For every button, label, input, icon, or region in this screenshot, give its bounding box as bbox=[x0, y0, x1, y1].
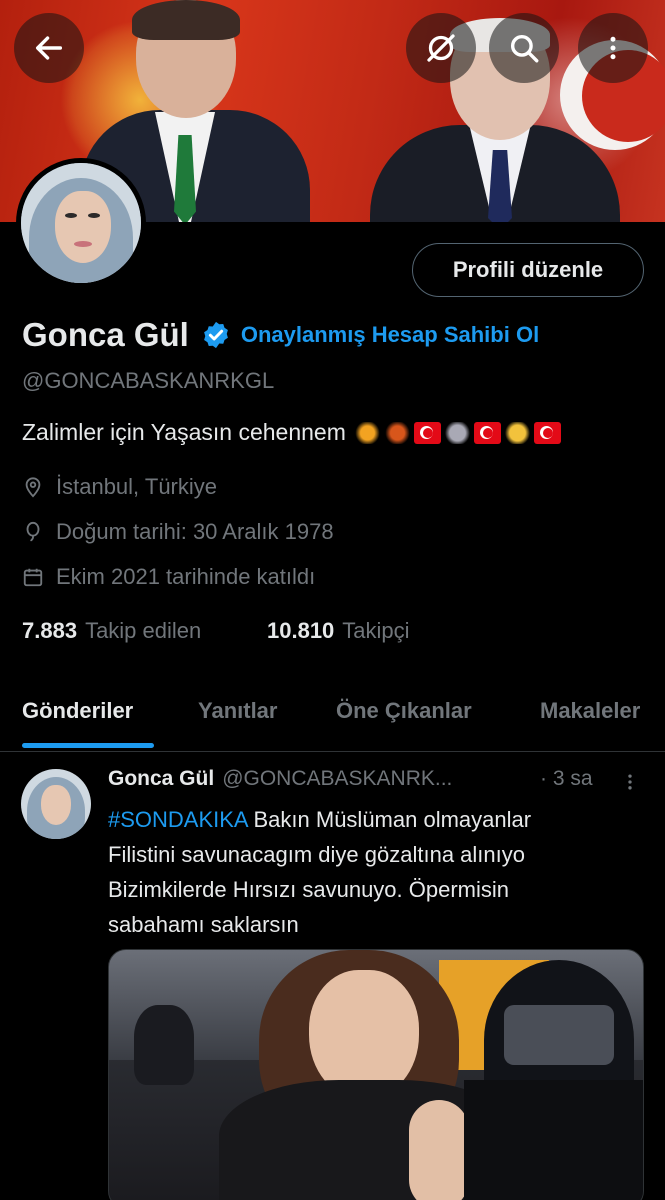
calendar-icon bbox=[23, 568, 43, 587]
back-button[interactable] bbox=[14, 13, 84, 83]
bio-emojis bbox=[353, 421, 561, 444]
avatar-lips bbox=[74, 241, 92, 247]
followers-label: Takipçi bbox=[342, 618, 410, 643]
following-link[interactable]: 7.883 Takip edilen bbox=[22, 618, 201, 644]
profile-name: Gonca Gül bbox=[22, 316, 189, 353]
profile-tabs: Gönderiler Yanıtlar Öne Çıkanlar Makalel… bbox=[0, 680, 665, 752]
verified-badge-icon[interactable] bbox=[201, 320, 231, 350]
post-header: Gonca Gül @GONCABASKANRK... bbox=[108, 767, 452, 791]
avatar-face bbox=[55, 191, 111, 263]
media-peace-hand bbox=[409, 1100, 469, 1200]
tab-articles[interactable]: Makaleler bbox=[540, 698, 640, 724]
profile-location: İstanbul, Türkiye bbox=[22, 474, 217, 500]
location-pin-icon bbox=[25, 477, 41, 498]
following-count: 7.883 bbox=[22, 618, 78, 643]
post-text-segment: Bakın Müslüman olmayanlar bbox=[247, 807, 532, 832]
post-text-line: sabahamı saklarsın bbox=[108, 912, 299, 937]
more-vertical-icon bbox=[628, 774, 632, 790]
profile-joined: Ekim 2021 tarihinde katıldı bbox=[22, 564, 315, 590]
profile-bio: Zalimler için Yaşasın cehennem bbox=[22, 419, 561, 446]
profile-name-row: Gonca Gül Onaylanmış Hesap Sahibi Ol bbox=[22, 316, 539, 354]
bio-text: Zalimler için Yaşasın cehennem bbox=[22, 419, 346, 445]
following-label: Takip edilen bbox=[85, 618, 202, 643]
joined-text: Ekim 2021 tarihinde katıldı bbox=[56, 564, 316, 589]
search-button[interactable] bbox=[489, 13, 559, 83]
media-officer-visor bbox=[504, 1005, 614, 1065]
followers-count: 10.810 bbox=[267, 618, 335, 643]
post-author-handle[interactable]: @GONCABASKANRK... bbox=[222, 767, 452, 791]
avatar-eye bbox=[65, 213, 77, 218]
wolf-icon bbox=[443, 421, 471, 444]
balloon-icon bbox=[26, 521, 40, 542]
turkey-flag-icon bbox=[533, 421, 561, 444]
grok-button[interactable] bbox=[406, 13, 476, 83]
avatar-face bbox=[41, 785, 71, 825]
birthday-text: Doğum tarihi: 30 Aralık 1978 bbox=[56, 519, 334, 544]
edit-profile-button[interactable]: Profili düzenle bbox=[412, 243, 644, 297]
fallen-leaf-icon bbox=[353, 421, 381, 444]
hashtag-link[interactable]: #SONDAKIKA bbox=[108, 807, 247, 832]
more-options-button[interactable] bbox=[578, 13, 648, 83]
location-text: İstanbul, Türkiye bbox=[56, 474, 218, 499]
post-more-button[interactable] bbox=[620, 770, 640, 794]
maple-leaf-icon bbox=[383, 421, 411, 444]
more-vertical-icon bbox=[610, 36, 616, 60]
post-text-line: Filistini savunacagım diye gözaltına alı… bbox=[108, 842, 525, 867]
tab-highlights[interactable]: Öne Çıkanlar bbox=[336, 698, 472, 724]
post-author-name[interactable]: Gonca Gül bbox=[108, 767, 214, 791]
avatar-eye bbox=[88, 213, 100, 218]
post-text-line: Bizimkilerde Hırsızı savunuyo. Öpermisin bbox=[108, 877, 510, 902]
profile-birthday: Doğum tarihi: 30 Aralık 1978 bbox=[22, 519, 334, 545]
turkey-flag-icon bbox=[413, 421, 441, 444]
profile-handle: @GONCABASKANRKGL bbox=[22, 368, 275, 393]
turkey-flag-icon bbox=[473, 421, 501, 444]
tab-replies[interactable]: Yanıtlar bbox=[198, 698, 277, 724]
post-text-line: #SONDAKIKA Bakın Müslüman olmayanlar bbox=[108, 802, 648, 837]
followers-link[interactable]: 10.810 Takipçi bbox=[267, 618, 410, 644]
media-officer-body bbox=[464, 1080, 643, 1200]
media-background-officer bbox=[134, 1005, 194, 1085]
post-author-avatar[interactable] bbox=[21, 769, 91, 839]
active-tab-indicator bbox=[22, 743, 154, 748]
post-media-image[interactable] bbox=[108, 949, 644, 1200]
grok-icon bbox=[427, 34, 455, 62]
post-timestamp[interactable]: · 3 sa bbox=[540, 767, 593, 791]
profile-avatar[interactable] bbox=[16, 158, 146, 288]
rock-hand-icon bbox=[503, 421, 531, 444]
get-verified-link[interactable]: Onaylanmış Hesap Sahibi Ol bbox=[241, 322, 539, 348]
arrow-left-icon bbox=[35, 36, 63, 60]
search-icon bbox=[510, 34, 539, 63]
banner-person-1-hair bbox=[132, 0, 240, 40]
tab-posts[interactable]: Gönderiler bbox=[22, 698, 133, 724]
post-text: #SONDAKIKA Bakın Müslüman olmayanlar Fil… bbox=[108, 802, 648, 942]
